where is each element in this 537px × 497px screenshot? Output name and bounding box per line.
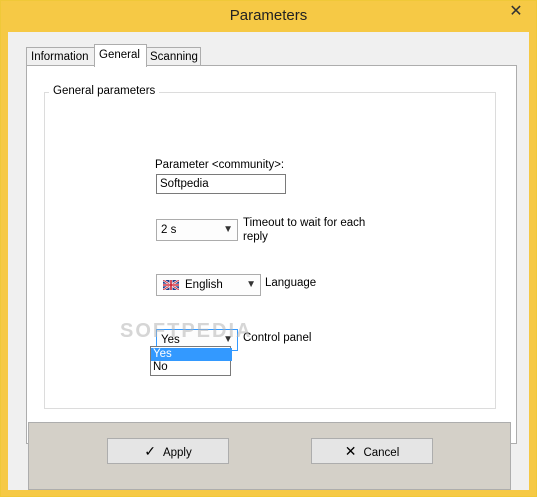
dropdown-option-no[interactable]: No (151, 361, 232, 374)
timeout-label-line1: Timeout to wait for each (243, 217, 366, 229)
chevron-down-icon: ▼ (246, 279, 256, 290)
language-value: English (185, 279, 223, 291)
timeout-value: 2 s (161, 224, 177, 236)
apply-label: Apply (162, 447, 192, 459)
control-panel-dropdown-list[interactable]: Yes No (150, 346, 232, 376)
apply-button[interactable]: ✓ Apply (107, 438, 229, 464)
uk-flag-icon (163, 280, 179, 290)
checkmark-icon: ✓ (144, 443, 156, 459)
timeout-select[interactable]: 2 s ▼ (156, 219, 238, 241)
general-parameters-group: General parameters Parameter <community>… (44, 85, 496, 409)
chevron-down-icon: ▼ (223, 224, 233, 235)
title-bar[interactable]: Parameters ✕ (1, 1, 536, 32)
timeout-label-line2: reply (243, 231, 268, 243)
general-tab-panel: General parameters Parameter <community>… (26, 65, 517, 444)
watermark: SOFTPEDIA (120, 320, 253, 342)
tab-scanning[interactable]: Scanning (145, 47, 201, 66)
control-panel-label: Control panel (243, 332, 312, 344)
parameters-window: Parameters ✕ Information General Scannin… (0, 0, 537, 497)
language-select[interactable]: English ▼ (156, 274, 261, 296)
cancel-label: Cancel (363, 447, 400, 459)
dialog-client-area: Information General Scanning General par… (8, 32, 529, 490)
language-label: Language (265, 277, 317, 289)
button-bar: ✓ Apply ✕ Cancel (28, 422, 511, 490)
tab-general[interactable]: General (94, 44, 147, 67)
close-icon[interactable]: ✕ (504, 3, 528, 21)
tab-information[interactable]: Information (26, 47, 96, 66)
group-title: General parameters (49, 85, 160, 97)
dropdown-option-yes[interactable]: Yes (151, 348, 232, 361)
community-input[interactable]: Softpedia (156, 174, 286, 194)
window-title: Parameters (229, 7, 308, 24)
community-label: Parameter <community>: (155, 159, 285, 171)
close-icon: ✕ (344, 443, 357, 459)
cancel-button[interactable]: ✕ Cancel (311, 438, 433, 464)
